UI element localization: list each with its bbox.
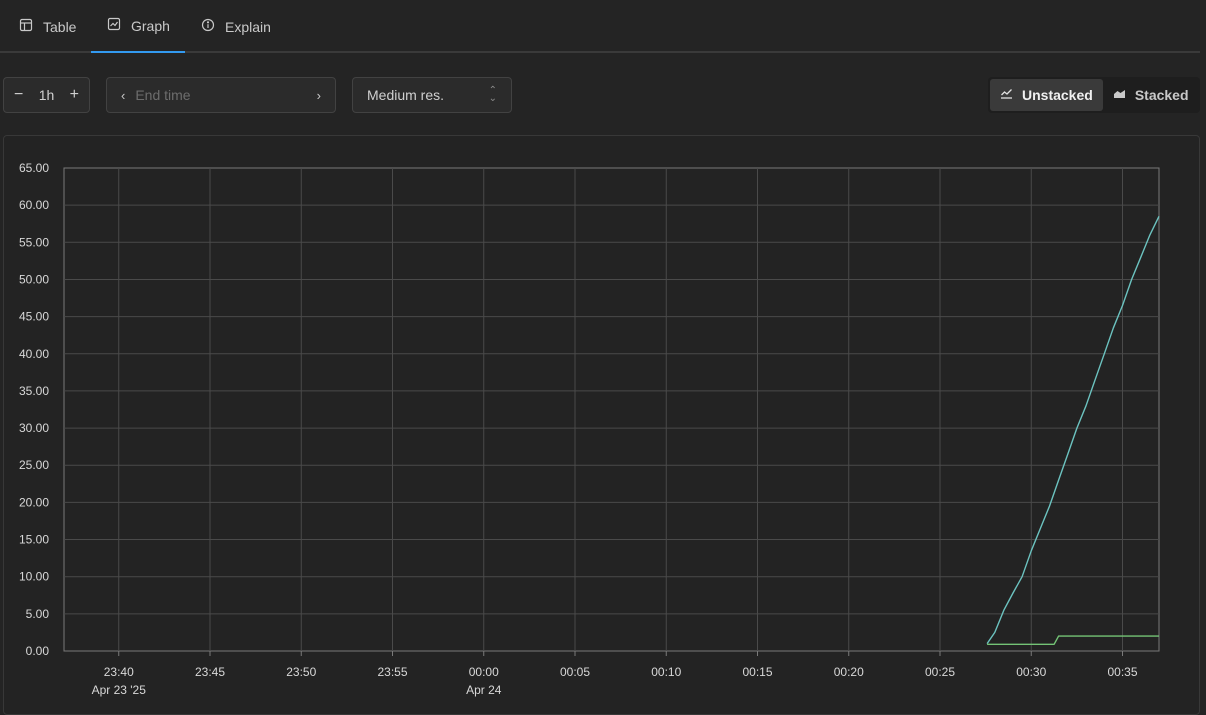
y-tick-label: 60.00 [19,198,49,212]
tab-explain[interactable]: Explain [201,0,271,53]
x-tick-date-label: Apr 23 '25 [92,683,147,697]
y-tick-label: 15.00 [19,533,49,547]
y-tick-label: 5.00 [26,607,50,621]
table-icon [19,18,33,35]
end-time-control: ‹ End time › [106,77,336,113]
x-tick-label: 00:00 [469,665,499,679]
line-chart: 0.00 5.00 10.00 15.00 20.00 25.00 30.00 35.00 40… [19,161,1160,697]
tab-graph-label: Graph [131,17,170,34]
tab-table-label: Table [43,18,77,35]
end-time-input[interactable]: End time [125,87,316,103]
series-line-2 [987,635,1159,645]
y-tick-label: 0.00 [26,644,50,658]
y-tick-label: 30.00 [19,421,49,435]
x-tick-label: 00:10 [651,665,681,679]
x-tick-label: 00:15 [742,665,772,679]
y-tick-label: 25.00 [19,458,49,472]
select-arrows-icon: ⌃ ⌄ [488,85,497,104]
unstacked-label: Unstacked [1022,87,1093,103]
chevron-right-icon[interactable]: › [317,88,321,103]
graph-icon [107,17,121,34]
stacked-label: Stacked [1134,87,1189,103]
tab-graph[interactable]: Graph [91,0,185,53]
x-tick-label: 00:30 [1016,665,1046,679]
x-tick-label: 00:35 [1107,665,1137,679]
increase-range-button[interactable]: + [70,87,79,103]
resolution-value: Medium res. [367,87,445,103]
unstacked-button[interactable]: Unstacked [990,79,1103,111]
resolution-select[interactable]: Medium res. ⌃ ⌄ [352,77,512,113]
x-tick-label: 23:50 [286,665,316,679]
tab-table[interactable]: Table [19,0,76,53]
stacked-button[interactable]: Stacked [1103,79,1199,111]
y-tick-label: 50.00 [19,272,49,286]
tab-explain-label: Explain [225,18,271,35]
series-line-1 [986,215,1160,644]
area-chart-icon [1113,87,1126,103]
line-chart-icon [1000,87,1013,103]
x-tick-label: 00:05 [560,665,590,679]
y-tick-label: 55.00 [19,235,49,249]
y-tick-label: 40.00 [19,347,49,361]
query-tabs: Table Graph Explain [0,0,1200,53]
x-tick-label: 23:45 [195,665,225,679]
decrease-range-button[interactable]: − [14,87,23,103]
y-tick-label: 20.00 [19,495,49,509]
range-value[interactable]: 1h [39,87,55,103]
graph-panel: 0.00 5.00 10.00 15.00 20.00 25.00 30.00 35.00 40… [3,135,1200,715]
x-tick-label: 23:40 [104,665,134,679]
y-tick-label: 10.00 [19,570,49,584]
info-icon [201,18,215,35]
range-control: − 1h + [3,77,90,113]
x-tick-date-label: Apr 24 [466,683,502,697]
stack-toggle: Unstacked Stacked [988,77,1200,113]
y-tick-label: 35.00 [19,384,49,398]
y-tick-label: 45.00 [19,310,49,324]
y-tick-label: 65.00 [19,161,49,175]
x-tick-label: 23:55 [377,665,407,679]
x-tick-label: 00:20 [834,665,864,679]
x-tick-label: 00:25 [925,665,955,679]
plot-area [63,167,1160,652]
